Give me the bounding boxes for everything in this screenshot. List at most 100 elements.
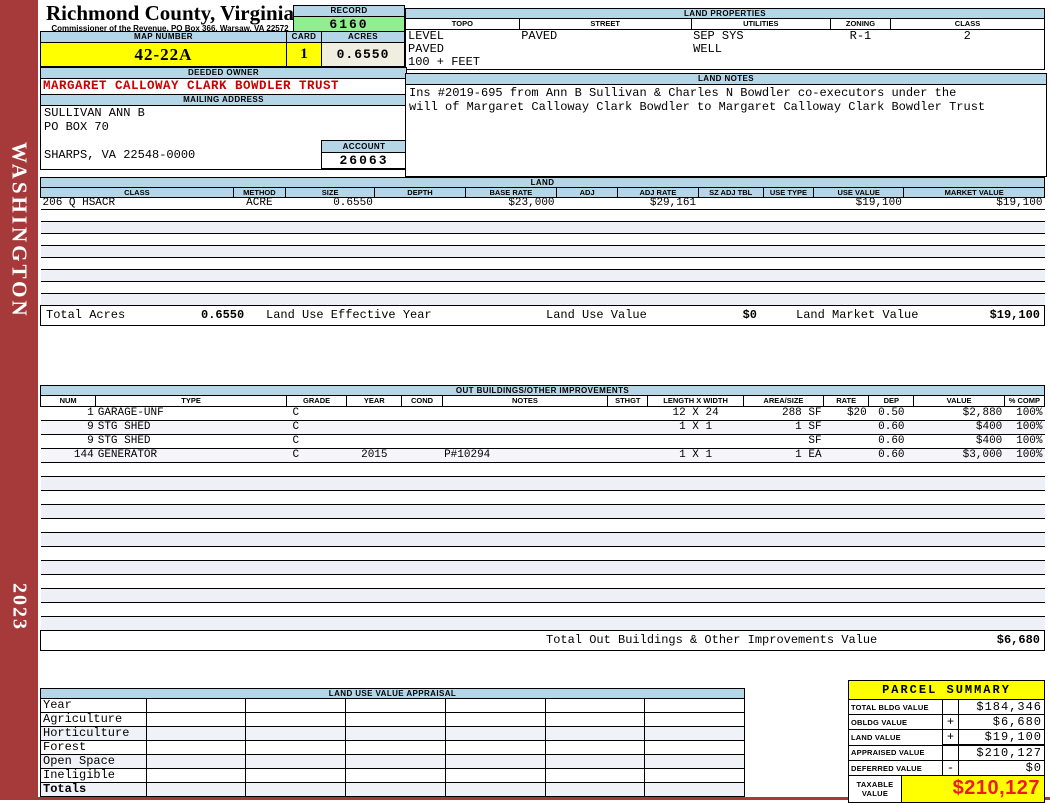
address-line: SULLIVAN ANN B <box>44 106 145 120</box>
land-notes-section: LAND NOTES Ins #2019-695 from Ann B Sull… <box>405 73 1047 177</box>
account-label: ACCOUNT <box>322 141 406 153</box>
column-header: ADJ <box>556 187 619 198</box>
land-use-appraisal-row: Totals <box>40 782 745 797</box>
empty-row <box>40 532 1045 547</box>
empty-row <box>40 490 1045 505</box>
column-header: DEPTH <box>374 187 466 198</box>
column-header: COND <box>401 395 443 407</box>
out-building-row: 1 GARAGE-UNF C 12 X 24 288 SF $20 0.50 $2,880 10… <box>40 406 1045 421</box>
out-buildings-total-row: Total Out Buildings & Other Improvements… <box>40 630 1045 651</box>
empty-row <box>40 462 1045 477</box>
column-header: RATE <box>823 395 870 407</box>
land-market-value: $19,100 <box>989 308 1040 322</box>
land-properties-row: LEVEL PAVED SEP SYS R-1 2 <box>408 29 971 43</box>
empty-row <box>40 293 1045 306</box>
column-header: YEAR <box>346 395 403 407</box>
empty-row <box>40 281 1045 294</box>
land-properties-title: LAND PROPERTIES <box>405 8 1045 19</box>
land-properties-row: PAVED WELL <box>408 43 722 56</box>
acres-value: 0.6550 <box>322 43 404 66</box>
land-properties-section: LAND PROPERTIES TOPO STREET UTILITIES ZONIN… <box>405 8 1046 70</box>
column-header: STHGT <box>607 395 649 407</box>
land-table-title: LAND <box>40 177 1045 188</box>
parcel-summary-row: TOTAL BLDG VALUE $184,346 <box>847 699 1046 715</box>
land-properties-table: LAND PROPERTIES TOPO STREET UTILITIES ZONIN… <box>405 8 1046 70</box>
column-header: SZ ADJ TBL <box>697 187 764 198</box>
owner-section: DEEDED OWNER MARGARET CALLOWAY CLARK BOW… <box>40 67 407 170</box>
map-number-value: 42-22A <box>41 43 286 66</box>
land-use-appraisal-row: Horticulture <box>40 726 745 741</box>
land-properties-row: 100 + FEET <box>408 56 481 69</box>
card-value: 1 <box>287 43 321 66</box>
sidebar: WASHINGTON 2023 <box>0 0 38 800</box>
land-use-value-label: Land Use Value <box>546 308 647 322</box>
column-header: CLASS <box>40 187 234 198</box>
total-acres-label: Total Acres <box>46 308 126 322</box>
sidebar-year-label: 2023 <box>8 583 31 631</box>
empty-row <box>40 209 1045 222</box>
out-buildings-section: OUT BUILDINGS/OTHER IMPROVEMENTS NUM TYPE… <box>39 385 1046 651</box>
column-header: AREA/SIZE <box>742 395 825 407</box>
land-notes-label: LAND NOTES <box>406 74 1046 85</box>
address-line: PO BOX 70 <box>44 120 109 134</box>
deeded-owner-label: DEEDED OWNER <box>41 68 406 79</box>
taxable-value-row: TAXABLE VALUE $210,127 <box>848 775 1045 803</box>
parcel-summary-row: APPRAISED VALUE $210,127 <box>847 744 1046 761</box>
land-totals-row: Total Acres 0.6550 Land Use Effective Ye… <box>40 305 1045 326</box>
empty-row <box>40 602 1045 617</box>
column-header: DEP <box>868 395 915 407</box>
parcel-summary-row: LAND VALUE + $19,100 <box>847 729 1046 746</box>
acres-box: ACRES 0.6550 <box>321 31 405 67</box>
empty-row <box>40 560 1045 575</box>
empty-row <box>40 546 1045 561</box>
column-header: % COMP <box>1003 395 1046 407</box>
empty-row <box>40 221 1045 234</box>
column-header: TOPO <box>405 18 520 30</box>
card-label: CARD <box>287 32 321 43</box>
land-use-appraisal-section: LAND USE VALUE APPRAISAL Year Agriculture… <box>40 688 745 797</box>
land-table: LAND CLASS METHOD SIZE DEPTH BASE RATE ADJ ADJ… <box>40 177 1045 306</box>
out-buildings-table: OUT BUILDINGS/OTHER IMPROVEMENTS NUM TYPE… <box>39 385 1046 631</box>
column-header: SIZE <box>284 187 376 198</box>
out-building-row: 9 STG SHED C 1 X 11 SF 0.60 $400 100% <box>40 420 1045 435</box>
out-building-row: 9 STG SHED C SF 0.60 $400 100% <box>40 434 1045 449</box>
column-header: GRADE <box>285 395 348 407</box>
parcel-summary-row: DEFERRED VALUE - $0 <box>847 760 1046 776</box>
land-use-appraisal-row: Open Space <box>40 754 745 769</box>
land-use-appraisal-row: Ineligible <box>40 768 745 783</box>
column-header: UTILITIES <box>690 18 831 30</box>
account-box: ACCOUNT 26063 <box>321 140 407 169</box>
card-box: CARD 1 <box>286 31 322 67</box>
land-use-value: $0 <box>742 308 757 322</box>
deeded-owner-value: MARGARET CALLOWAY CLARK BOWDLER TRUST <box>41 79 406 95</box>
land-use-appraisal-row: Forest <box>40 740 745 755</box>
column-header: VALUE <box>913 395 1005 407</box>
total-acres-value: 0.6550 <box>201 308 245 322</box>
column-header: BASE RATE <box>464 187 558 198</box>
parcel-summary-row: OBLDG VALUE + $6,680 <box>847 714 1046 730</box>
out-buildings-title: OUT BUILDINGS/OTHER IMPROVEMENTS <box>40 385 1045 396</box>
empty-row <box>40 269 1045 282</box>
taxable-value: $210,127 <box>902 776 1044 802</box>
empty-row <box>40 574 1045 589</box>
empty-row <box>40 588 1045 603</box>
column-header: NUM <box>39 395 97 407</box>
out-buildings-total-label: Total Out Buildings & Other Improvements… <box>546 633 878 647</box>
acres-label: ACRES <box>322 32 404 43</box>
column-header: NOTES <box>441 395 609 407</box>
parcel-summary-title: PARCEL SUMMARY <box>848 680 1045 700</box>
land-use-appraisal-table: LAND USE VALUE APPRAISAL Year Agriculture… <box>40 688 745 797</box>
land-notes-text: Ins #2019-695 from Ann B Sullivan & Char… <box>409 86 986 114</box>
empty-row <box>40 476 1045 491</box>
record-box: RECORD 6160 <box>293 5 405 33</box>
taxable-value-label: TAXABLE VALUE <box>849 776 902 802</box>
parcel-summary-section: PARCEL SUMMARY TOTAL BLDG VALUE $184,346 O… <box>847 680 1046 803</box>
empty-row <box>40 616 1045 631</box>
empty-row <box>40 504 1045 519</box>
column-header: USE TYPE <box>762 187 815 198</box>
empty-row <box>40 245 1045 258</box>
land-use-appraisal-title: LAND USE VALUE APPRAISAL <box>40 688 745 699</box>
land-use-appraisal-row: Year <box>40 698 745 713</box>
land-use-effective-year-label: Land Use Effective Year <box>266 308 432 322</box>
land-market-value-label: Land Market Value <box>796 308 919 322</box>
